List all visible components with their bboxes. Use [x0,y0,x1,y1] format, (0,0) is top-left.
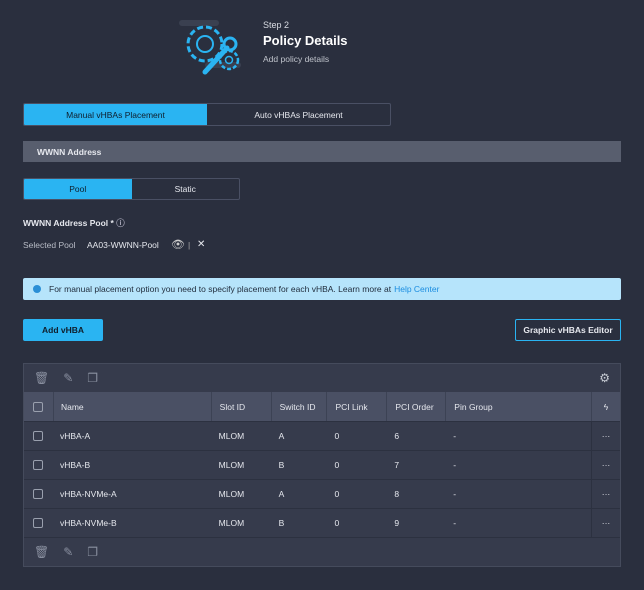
row-checkbox[interactable] [33,518,44,528]
view-eye-icon[interactable]: 👁 [171,238,185,251]
pool-label-text: WWNN Address Pool * [23,218,114,228]
delete-icon[interactable]: 🗑 [34,371,49,385]
policy-gear-wrench-icon [179,20,241,75]
cell-pci-link: 0 [334,489,340,499]
cell-slot-id: MLOM [218,431,245,441]
col-pin-group[interactable]: Pin Group [445,392,591,421]
cell-name: vHBA-A [59,431,91,441]
cell-pci-order: 8 [394,489,400,499]
cell-name: vHBA-NVMe-A [59,489,117,499]
cell-slot-id: MLOM [218,489,245,499]
cell-pci-link: 0 [334,431,340,441]
cell-pin-group: - [453,489,457,499]
col-pci-link[interactable]: PCI Link [326,392,386,421]
col-name[interactable]: Name [52,392,211,421]
step-label: Step 2 [263,20,290,30]
row-checkbox[interactable] [33,460,44,470]
separator: | [188,240,191,250]
tab-static[interactable]: Static [132,179,240,199]
col-switch-id[interactable]: Switch ID [270,392,327,421]
page-subtitle: Add policy details [263,54,330,64]
help-center-link[interactable]: Help Center [394,284,439,294]
table-row[interactable]: vHBA-NVMe-A MLOM A 0 8 - ··· [24,480,620,509]
clone-icon[interactable]: ❐ [87,371,98,385]
cell-switch-id: A [278,489,285,499]
clone-icon[interactable]: ❐ [87,545,98,559]
row-checkbox[interactable] [33,489,44,499]
cell-pci-link: 0 [334,518,340,528]
selected-pool-value: AA03-WWNN-Pool [87,240,159,250]
cell-switch-id: B [278,518,285,528]
table-row[interactable]: vHBA-B MLOM B 0 7 - ··· [24,451,620,480]
banner-text: For manual placement option you need to … [49,284,392,294]
info-banner: For manual placement option you need to … [23,278,621,300]
cell-switch-id: B [278,460,285,470]
cell-pci-link: 0 [334,460,340,470]
info-icon [33,285,41,293]
table-toolbar: 🗑 ✎ ❐ ⚙ [24,364,620,392]
row-more-actions-button[interactable]: ··· [591,422,620,450]
col-slot-id[interactable]: Slot ID [210,392,271,421]
clear-close-icon[interactable]: ✕ [197,239,205,250]
edit-icon[interactable]: ✎ [63,371,73,385]
table-row[interactable]: vHBA-NVMe-B MLOM B 0 9 - ··· [24,509,620,538]
info-icon[interactable]: ⓘ [116,218,125,228]
vhba-table: 🗑 ✎ ❐ ⚙ Name Slot ID Switch ID PCI Link PC… [23,363,621,567]
graphic-vhbas-editor-button[interactable]: Graphic vHBAs Editor [515,319,621,341]
cell-slot-id: MLOM [218,518,245,528]
cell-name: vHBA-B [59,460,91,470]
table-footer-toolbar: 🗑 ✎ ❐ [24,538,620,566]
col-pci-order[interactable]: PCI Order [386,392,445,421]
selected-pool-label: Selected Pool [23,240,76,250]
select-all-checkbox[interactable] [33,401,44,412]
cell-pin-group: - [453,431,457,441]
column-actions-bolt-icon[interactable]: ϟ [591,392,620,421]
tab-manual-placement[interactable]: Manual vHBAs Placement [24,104,207,125]
tab-auto-placement[interactable]: Auto vHBAs Placement [207,104,390,125]
cell-pci-order: 9 [394,518,400,528]
edit-icon[interactable]: ✎ [63,545,73,559]
row-more-actions-button[interactable]: ··· [591,509,620,537]
pool-label: WWNN Address Pool * ⓘ [23,217,125,229]
table-row[interactable]: vHBA-A MLOM A 0 6 - ··· [24,422,620,451]
section-header-wwnn: WWNN Address [23,141,621,162]
cell-pci-order: 7 [394,460,400,470]
add-vhba-button[interactable]: Add vHBA [23,319,103,341]
cell-switch-id: A [278,431,285,441]
row-more-actions-button[interactable]: ··· [591,480,620,508]
cell-pci-order: 6 [394,431,400,441]
cell-name: vHBA-NVMe-B [59,518,117,528]
delete-icon[interactable]: 🗑 [34,545,49,559]
placement-toggle: Manual vHBAs Placement Auto vHBAs Placem… [23,103,391,126]
page-title: Policy Details [263,33,348,48]
row-more-actions-button[interactable]: ··· [591,451,620,479]
tab-pool[interactable]: Pool [24,179,132,199]
table-header: Name Slot ID Switch ID PCI Link PCI Orde… [24,392,620,422]
pool-toggle: Pool Static [23,178,240,200]
cell-pin-group: - [453,518,457,528]
row-checkbox[interactable] [33,431,44,441]
cell-pin-group: - [453,460,457,470]
cell-slot-id: MLOM [218,460,245,470]
settings-gear-icon[interactable]: ⚙ [599,371,610,385]
